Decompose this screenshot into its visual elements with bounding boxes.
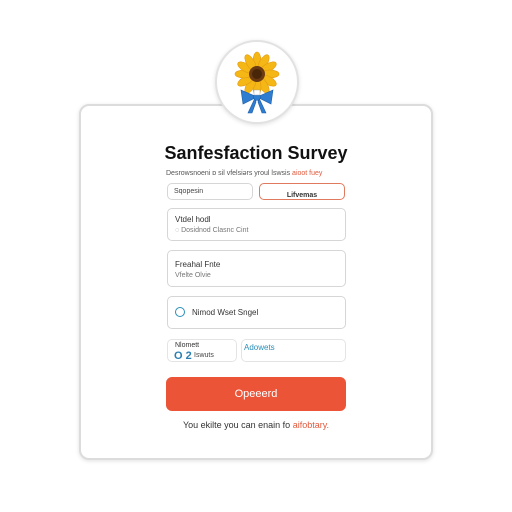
field-link[interactable]: Adowets — [244, 343, 275, 352]
segment-option-left[interactable]: Sqopesin — [167, 183, 253, 200]
submit-button[interactable]: Opeeerd — [166, 377, 346, 411]
field-1-value: ◌ Dosidnod Clasnc Cint — [175, 227, 249, 234]
text-field-2[interactable]: Freahal Fnte Vfelte Olvie — [167, 250, 346, 287]
field-1-label: Vtdel hodl — [175, 215, 211, 224]
subtitle-text: Desrowsnoeni ɒ sil vfelsiǝrs yroul lswsi… — [166, 170, 293, 177]
text-field-1[interactable]: Vtdel hodl ◌ Dosidnod Clasnc Cint — [167, 208, 346, 241]
link-field[interactable]: Adowets — [241, 339, 346, 362]
footer-note: You ekilte you can enain fo aifobtary. — [79, 420, 433, 430]
footer-text: You ekilte you can enain fo — [182, 420, 293, 430]
form-subtitle: Desrowsnoeni ɒ sil vfelsiǝrs yroul lswsi… — [166, 170, 346, 177]
field-2-label: Freahal Fnte — [175, 260, 221, 269]
segment-option-right[interactable]: Lifvemas — [259, 183, 345, 200]
segment-right-label: Lifvemas — [286, 192, 318, 199]
radio-option[interactable]: Nimod Wset Sngel — [167, 296, 346, 329]
radio-circle-icon[interactable] — [175, 307, 185, 317]
page-title: Sanfesfaction Survey — [164, 143, 348, 163]
number-field-unit: Iswuts — [194, 352, 214, 359]
number-field-value: O 2 — [174, 350, 192, 362]
radio-option-label: Nimod Wset Sngel — [192, 308, 259, 317]
number-field[interactable]: Nlomett O 2 Iswuts — [167, 339, 237, 362]
sunflower-bow-icon — [215, 40, 299, 124]
footer-accent: aifobtary. — [292, 420, 330, 430]
segment-left-label: Sqopesin — [174, 188, 204, 195]
field-2-value: Vfelte Olvie — [175, 272, 211, 279]
subtitle-accent: aioot fuey — [292, 170, 323, 177]
number-field-label: Nlomett — [175, 342, 200, 349]
